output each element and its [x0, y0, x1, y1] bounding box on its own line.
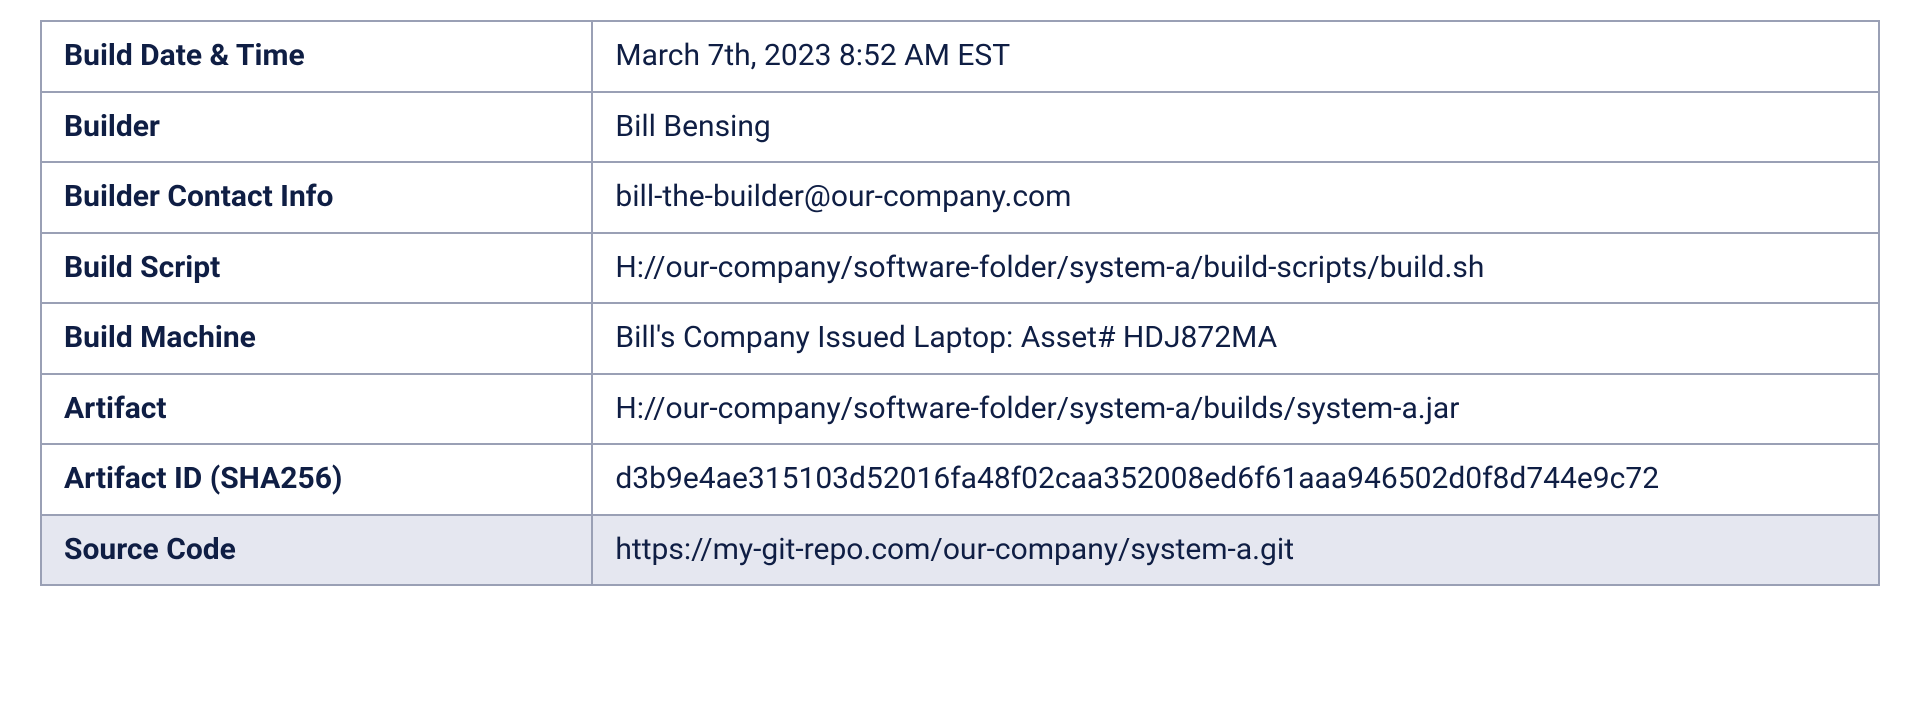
- row-value: Bill Bensing: [592, 92, 1879, 163]
- table-row: Artifact H://our-company/software-folder…: [41, 374, 1879, 445]
- table-row: Build Machine Bill's Company Issued Lapt…: [41, 303, 1879, 374]
- row-label: Artifact: [41, 374, 592, 445]
- table-row: Builder Bill Bensing: [41, 92, 1879, 163]
- row-value: March 7th, 2023 8:52 AM EST: [592, 21, 1879, 92]
- row-label: Source Code: [41, 515, 592, 586]
- row-value: https://my-git-repo.com/our-company/syst…: [592, 515, 1879, 586]
- row-label: Artifact ID (SHA256): [41, 444, 592, 515]
- build-info-table: Build Date & Time March 7th, 2023 8:52 A…: [40, 20, 1880, 586]
- row-label: Build Machine: [41, 303, 592, 374]
- row-value: H://our-company/software-folder/system-a…: [592, 374, 1879, 445]
- table-row: Builder Contact Info bill-the-builder@ou…: [41, 162, 1879, 233]
- row-value: Bill's Company Issued Laptop: Asset# HDJ…: [592, 303, 1879, 374]
- row-label: Builder Contact Info: [41, 162, 592, 233]
- row-value: H://our-company/software-folder/system-a…: [592, 233, 1879, 304]
- row-value: bill-the-builder@our-company.com: [592, 162, 1879, 233]
- table-row: Build Script H://our-company/software-fo…: [41, 233, 1879, 304]
- row-label: Build Date & Time: [41, 21, 592, 92]
- row-label: Build Script: [41, 233, 592, 304]
- table-row: Source Code https://my-git-repo.com/our-…: [41, 515, 1879, 586]
- table-row: Artifact ID (SHA256) d3b9e4ae315103d5201…: [41, 444, 1879, 515]
- row-value: d3b9e4ae315103d52016fa48f02caa352008ed6f…: [592, 444, 1879, 515]
- row-label: Builder: [41, 92, 592, 163]
- table-row: Build Date & Time March 7th, 2023 8:52 A…: [41, 21, 1879, 92]
